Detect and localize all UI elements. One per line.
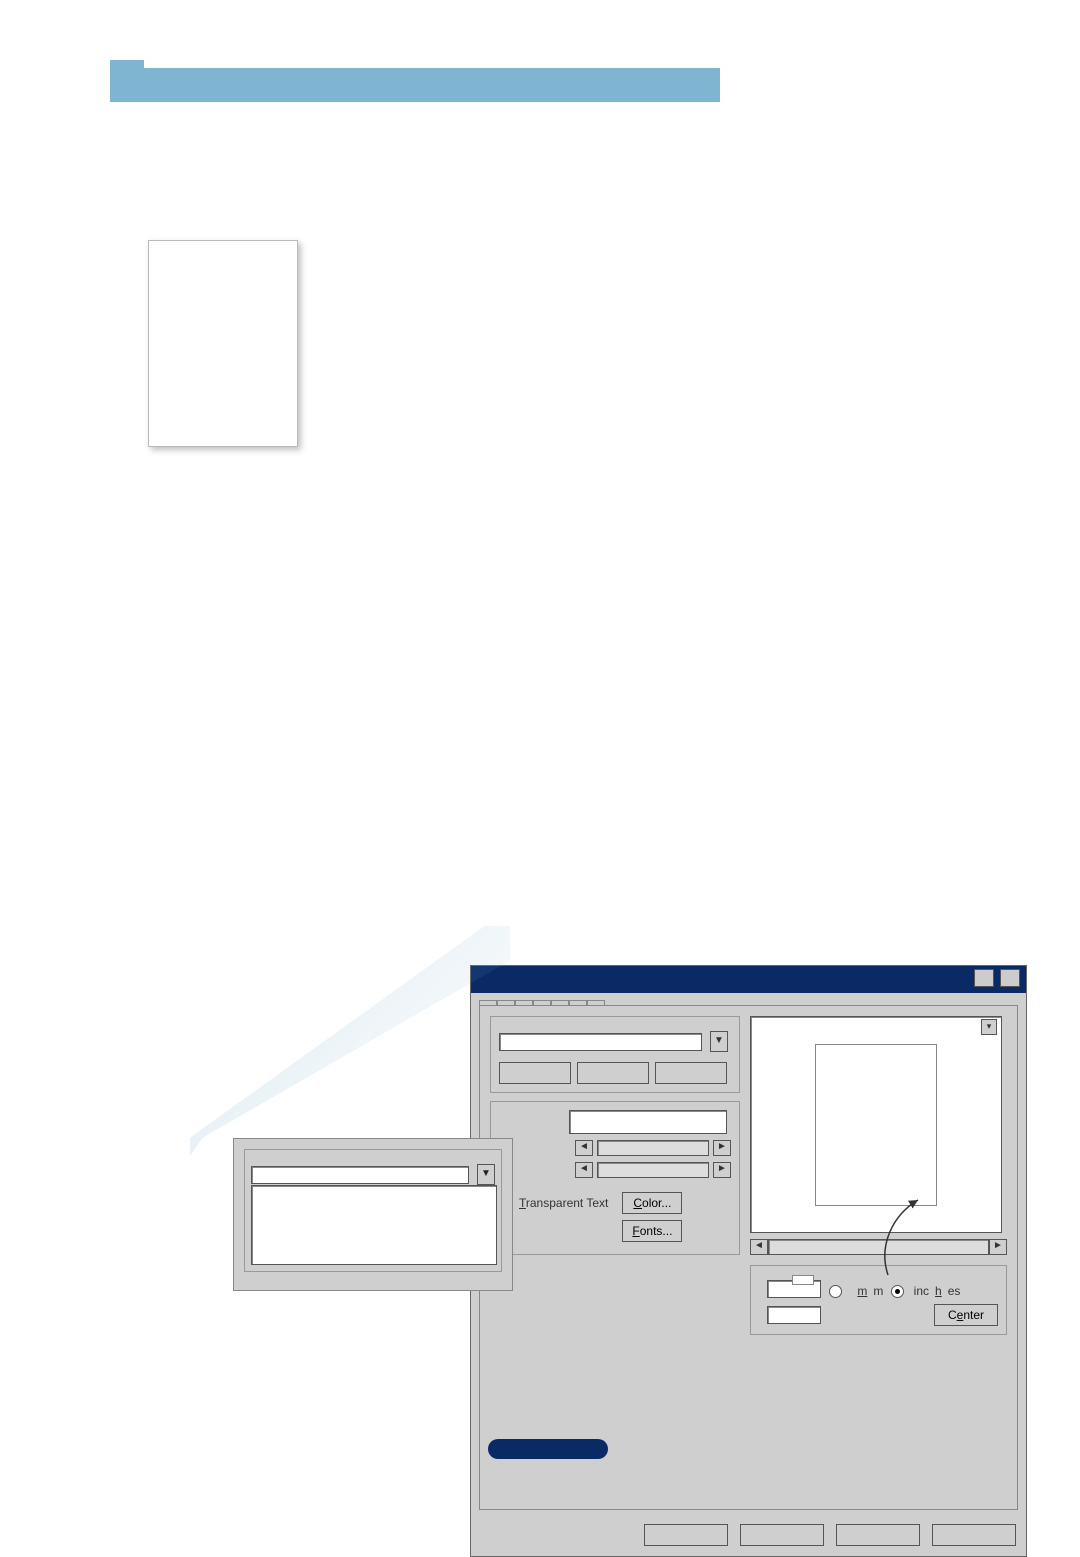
preview-collapse-button[interactable]: ▾ [981, 1019, 997, 1035]
page-title [110, 68, 720, 102]
msgpop-combo[interactable] [251, 1166, 469, 1184]
help-button[interactable] [932, 1524, 1016, 1546]
center-button[interactable]: Center [934, 1304, 998, 1326]
pos-y-input[interactable] [767, 1306, 821, 1324]
callout-arrow [858, 1190, 948, 1280]
message-group: ▼ [490, 1016, 740, 1093]
chk-transparent-label: Transparent Text [519, 1196, 608, 1210]
fonts-button[interactable]: Fonts... [622, 1220, 682, 1242]
cancel-button[interactable] [740, 1524, 824, 1546]
dialog-close-button[interactable] [1000, 969, 1020, 987]
delete-button[interactable] [655, 1062, 727, 1084]
brand-logo [488, 1439, 608, 1459]
font-preview [569, 1110, 727, 1134]
message-combo[interactable] [499, 1033, 702, 1051]
preview-hscroll-right[interactable]: ► [989, 1239, 1007, 1255]
chk-firstpage[interactable] [499, 1232, 608, 1246]
angle-slider-right[interactable]: ► [713, 1162, 731, 1178]
msgpop-listbox[interactable] [251, 1185, 497, 1265]
unit-inches[interactable]: inches [891, 1284, 960, 1298]
preview-hscroll-left[interactable]: ◄ [750, 1239, 768, 1255]
watermark-thumbnail [148, 240, 298, 447]
size-slider[interactable]: ◄ ► [575, 1140, 731, 1156]
apply-button[interactable] [836, 1524, 920, 1546]
add-button[interactable] [499, 1062, 571, 1084]
dialog-footer-buttons [471, 1518, 1026, 1556]
size-slider-left[interactable]: ◄ [575, 1140, 593, 1156]
zoom-callout-wedge [190, 926, 510, 1156]
chk-outline[interactable] [499, 1214, 608, 1228]
message-dropdown-callout: ▼ [233, 1138, 513, 1291]
preview-minipage [815, 1044, 937, 1206]
angle-slider[interactable]: ◄ ► [575, 1162, 731, 1178]
update-button[interactable] [577, 1062, 649, 1084]
unit-mm[interactable]: mm [829, 1284, 883, 1298]
msgpop-combo-arrow[interactable]: ▼ [477, 1164, 495, 1185]
ok-button[interactable] [644, 1524, 728, 1546]
color-button[interactable]: Color... [622, 1192, 682, 1214]
dialog-help-button[interactable] [974, 969, 994, 987]
message-combo-arrow[interactable]: ▼ [710, 1031, 728, 1052]
font-group: ◄ ► ◄ ► [490, 1101, 740, 1255]
size-slider-right[interactable]: ► [713, 1140, 731, 1156]
dialog-titlebar [471, 966, 1026, 993]
angle-slider-left[interactable]: ◄ [575, 1162, 593, 1178]
chk-transparent[interactable]: Transparent Text [499, 1196, 608, 1210]
preview-window-callout [792, 1275, 814, 1285]
